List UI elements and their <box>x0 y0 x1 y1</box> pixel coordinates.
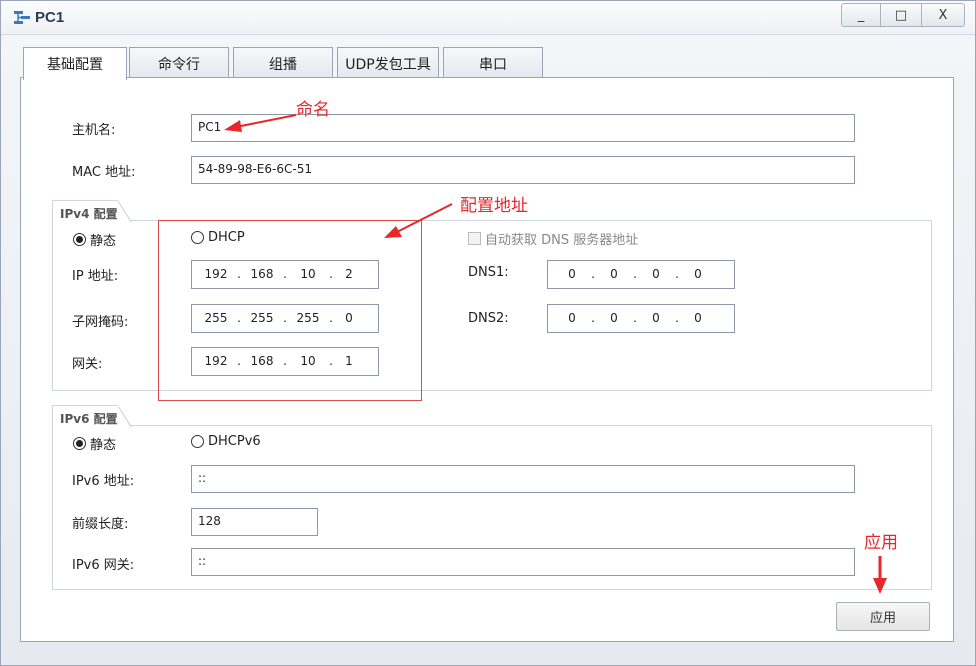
dns2-octet: 0 <box>568 311 576 325</box>
dns1-dot: . <box>591 267 595 281</box>
hostname-label: 主机名: <box>72 123 116 138</box>
annotation-config-address: 配置地址 <box>460 196 528 216</box>
maximize-icon: □ <box>894 7 908 23</box>
config-address-highlight-box <box>158 220 422 401</box>
prefix-length-input[interactable]: 128 <box>191 508 318 536</box>
tab-command-line[interactable]: 命令行 <box>129 47 229 79</box>
close-icon: X <box>938 7 948 23</box>
dns2-dot: . <box>675 311 679 325</box>
minimize-icon: _ <box>857 7 865 23</box>
radio-selected-icon <box>73 233 86 246</box>
apply-button[interactable]: 应用 <box>836 602 930 631</box>
ip-address-label: IP 地址: <box>72 269 119 284</box>
auto-dns-label: 自动获取 DNS 服务器地址 <box>485 233 639 248</box>
tab-serial[interactable]: 串口 <box>443 47 543 79</box>
ipv6-dhcpv6-radio[interactable]: DHCPv6 <box>191 434 261 449</box>
minimize-button[interactable]: _ <box>841 3 881 27</box>
close-button[interactable]: X <box>921 3 965 27</box>
tab-basic-config[interactable]: 基础配置 <box>23 47 127 80</box>
title-bar[interactable]: PC1 _ □ X <box>1 1 975 35</box>
dns1-dot: . <box>675 267 679 281</box>
ipv6-dhcpv6-label: DHCPv6 <box>208 434 261 449</box>
gateway-label: 网关: <box>72 357 103 372</box>
network-pc-icon <box>14 11 30 24</box>
ipv6-static-radio[interactable]: 静态 <box>73 434 116 453</box>
ipv6-address-label: IPv6 地址: <box>72 474 135 489</box>
dns1-input[interactable]: 0 . 0 . 0 . 0 <box>547 260 735 289</box>
dns2-label: DNS2: <box>468 311 509 326</box>
dns2-dot: . <box>591 311 595 325</box>
tab-udp-tool[interactable]: UDP发包工具 <box>337 47 439 79</box>
dns1-octet: 0 <box>610 267 618 281</box>
ipv6-group-title: IPv6 配置 <box>52 405 132 428</box>
mac-label: MAC 地址: <box>72 165 136 180</box>
ipv6-address-input[interactable]: :: <box>191 465 855 493</box>
dns1-octet: 0 <box>652 267 660 281</box>
dns1-octet: 0 <box>694 267 702 281</box>
ipv6-gateway-label: IPv6 网关: <box>72 558 135 573</box>
ipv4-static-radio[interactable]: 静态 <box>73 230 116 249</box>
hostname-input[interactable]: PC1 <box>191 114 855 142</box>
radio-unselected-icon <box>191 435 204 448</box>
ipv6-gateway-input[interactable]: :: <box>191 548 855 576</box>
ipv6-static-label: 静态 <box>90 438 117 453</box>
ipv4-static-label: 静态 <box>90 234 117 249</box>
mac-address-field[interactable]: 54-89-98-E6-6C-51 <box>191 156 855 184</box>
ipv4-group-title: IPv4 配置 <box>52 200 132 223</box>
radio-selected-icon <box>73 437 86 450</box>
subnet-mask-label: 子网掩码: <box>72 315 129 330</box>
dns1-label: DNS1: <box>468 265 509 280</box>
auto-dns-checkbox[interactable]: 自动获取 DNS 服务器地址 <box>468 229 638 248</box>
dns2-octet: 0 <box>610 311 618 325</box>
dns2-dot: . <box>633 311 637 325</box>
dns1-octet: 0 <box>568 267 576 281</box>
annotation-name: 命名 <box>296 100 330 120</box>
dns2-input[interactable]: 0 . 0 . 0 . 0 <box>547 304 735 333</box>
window-title: PC1 <box>35 9 65 26</box>
maximize-button[interactable]: □ <box>881 3 921 27</box>
dns2-octet: 0 <box>652 311 660 325</box>
annotation-apply: 应用 <box>864 533 898 553</box>
tab-multicast[interactable]: 组播 <box>233 47 333 79</box>
prefix-length-label: 前缀长度: <box>72 517 129 532</box>
dns2-octet: 0 <box>694 311 702 325</box>
checkbox-disabled-icon <box>468 232 481 245</box>
dns1-dot: . <box>633 267 637 281</box>
